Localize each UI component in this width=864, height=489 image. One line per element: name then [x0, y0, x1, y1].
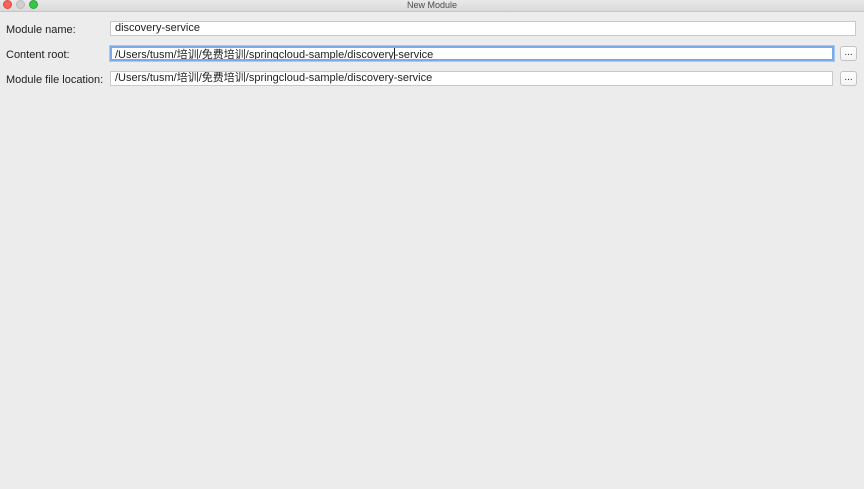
- content-root-browse-button[interactable]: ...: [840, 46, 857, 61]
- module-name-input[interactable]: discovery-service: [110, 21, 856, 36]
- module-file-location-label: Module file location:: [6, 74, 104, 86]
- content-root-value-before-caret: /Users/tusm/培训/免费培训/springcloud-sample/d…: [115, 49, 394, 61]
- content-root-value-after-caret: -service: [394, 49, 434, 61]
- window-titlebar: New Module: [0, 0, 864, 12]
- module-file-location-input[interactable]: /Users/tusm/培训/免费培训/springcloud-sample/d…: [110, 71, 833, 86]
- module-name-value: discovery-service: [115, 22, 200, 34]
- module-file-location-value: /Users/tusm/培训/免费培训/springcloud-sample/d…: [115, 72, 433, 84]
- module-file-location-browse-button[interactable]: ...: [840, 71, 857, 86]
- content-root-input[interactable]: /Users/tusm/培训/免费培训/springcloud-sample/d…: [110, 46, 834, 61]
- module-name-label: Module name:: [6, 24, 76, 36]
- content-root-label: Content root:: [6, 49, 70, 61]
- window-title: New Module: [406, 0, 458, 10]
